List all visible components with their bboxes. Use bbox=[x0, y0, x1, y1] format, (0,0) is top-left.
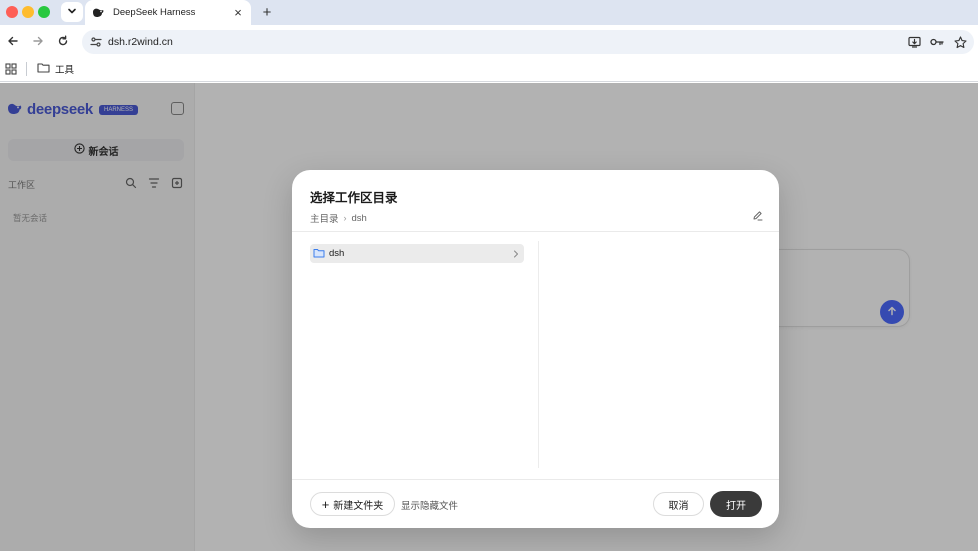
new-folder-button[interactable]: + 新建文件夹 bbox=[310, 492, 395, 516]
folder-icon bbox=[37, 62, 50, 76]
deepseek-whale-icon bbox=[91, 6, 105, 20]
address-bar[interactable] bbox=[82, 30, 974, 54]
open-button[interactable]: 打开 bbox=[710, 491, 762, 517]
arrow-right-icon bbox=[32, 35, 44, 50]
tab-close-button[interactable]: × bbox=[231, 5, 245, 20]
show-hidden-files-toggle[interactable]: 显示隐藏文件 bbox=[401, 498, 458, 512]
breadcrumb: 主目录 › dsh bbox=[310, 211, 367, 226]
new-tab-button[interactable]: + bbox=[258, 3, 276, 21]
bookmark-folder-tools[interactable]: 工具 bbox=[37, 61, 74, 77]
dialog-divider bbox=[292, 231, 779, 232]
new-folder-label: 新建文件夹 bbox=[333, 500, 384, 512]
forward-button[interactable] bbox=[29, 33, 47, 51]
tab-title: DeepSeek Harness bbox=[113, 7, 196, 18]
window-zoom-button[interactable] bbox=[38, 6, 50, 18]
browser-tab[interactable]: DeepSeek Harness × bbox=[85, 0, 251, 25]
url-text[interactable]: dsh.r2wind.cn bbox=[108, 36, 173, 48]
breadcrumb-item-dsh[interactable]: dsh bbox=[352, 213, 367, 224]
install-icon[interactable] bbox=[906, 34, 922, 50]
grid-icon[interactable] bbox=[5, 63, 17, 75]
reload-icon bbox=[57, 35, 69, 50]
back-button[interactable] bbox=[4, 33, 22, 51]
tune-icon[interactable] bbox=[90, 36, 102, 48]
folder-icon bbox=[313, 247, 325, 261]
plus-icon: + bbox=[321, 496, 330, 512]
breadcrumb-item-home[interactable]: 主目录 bbox=[310, 211, 339, 225]
window-close-button[interactable] bbox=[6, 6, 18, 18]
chevron-right-icon bbox=[511, 249, 521, 259]
tab-search-button[interactable] bbox=[61, 2, 83, 22]
bookmarks-bar bbox=[0, 58, 978, 82]
column-divider bbox=[538, 241, 539, 468]
dialog-footer-divider bbox=[292, 479, 779, 480]
dialog-title: 选择工作区目录 bbox=[310, 191, 398, 205]
workspace-picker-dialog: 选择工作区目录 主目录 › dsh dsh + 新建文件夹 显示隐藏文件 取消 … bbox=[292, 170, 779, 528]
cancel-button[interactable]: 取消 bbox=[653, 492, 704, 516]
bookmark-folder-label: 工具 bbox=[55, 65, 75, 76]
directory-name: dsh bbox=[329, 248, 345, 259]
pencil-icon bbox=[752, 210, 763, 224]
directory-item-dsh[interactable]: dsh bbox=[310, 244, 524, 263]
key-icon[interactable] bbox=[929, 34, 945, 50]
edit-path-button[interactable] bbox=[750, 210, 764, 224]
breadcrumb-separator: › bbox=[343, 213, 347, 223]
arrow-left-icon bbox=[7, 35, 19, 50]
chevron-down-icon bbox=[67, 5, 77, 19]
star-icon[interactable] bbox=[952, 34, 968, 50]
bookmarks-separator bbox=[26, 62, 27, 76]
window-minimize-button[interactable] bbox=[22, 6, 34, 18]
reload-button[interactable] bbox=[54, 33, 72, 51]
